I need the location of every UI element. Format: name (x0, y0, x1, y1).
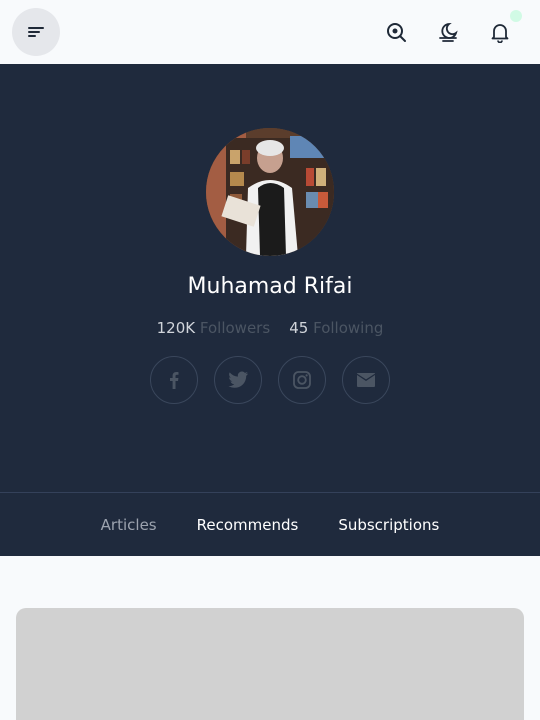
profile-tabs: Articles Recommends Subscriptions (0, 492, 540, 556)
menu-icon (28, 27, 44, 37)
content-card-placeholder[interactable] (16, 608, 524, 720)
theme-toggle-button[interactable] (432, 16, 464, 48)
top-actions (380, 10, 528, 48)
following-label[interactable]: Following (313, 319, 383, 337)
followers-count[interactable]: 120K (157, 319, 195, 337)
followers-label[interactable]: Followers (200, 319, 270, 337)
bell-icon (491, 24, 509, 43)
notification-dot (510, 10, 522, 22)
mail-button[interactable] (342, 356, 390, 404)
search-button[interactable] (380, 16, 412, 48)
tab-articles[interactable]: Articles (81, 516, 177, 534)
avatar (206, 128, 334, 256)
profile-stats: 120K Followers 45 Following (0, 319, 540, 337)
instagram-button[interactable] (278, 356, 326, 404)
facebook-button[interactable] (150, 356, 198, 404)
profile-name: Muhamad Rifai (187, 274, 353, 299)
tab-subscriptions[interactable]: Subscriptions (318, 516, 459, 534)
facebook-icon (170, 372, 179, 389)
twitter-button[interactable] (214, 356, 262, 404)
tab-recommends[interactable]: Recommends (177, 516, 319, 534)
menu-button[interactable] (12, 8, 60, 56)
moon-icon (439, 22, 458, 42)
social-links (150, 356, 390, 404)
mail-icon (357, 373, 375, 387)
search-icon (387, 23, 406, 42)
following-count[interactable]: 45 (289, 319, 308, 337)
instagram-icon (293, 371, 311, 389)
top-bar (0, 0, 540, 64)
notifications-button[interactable] (484, 10, 522, 48)
twitter-icon (228, 371, 248, 388)
profile-header: Muhamad Rifai 120K Followers 45 Followin… (0, 64, 540, 556)
